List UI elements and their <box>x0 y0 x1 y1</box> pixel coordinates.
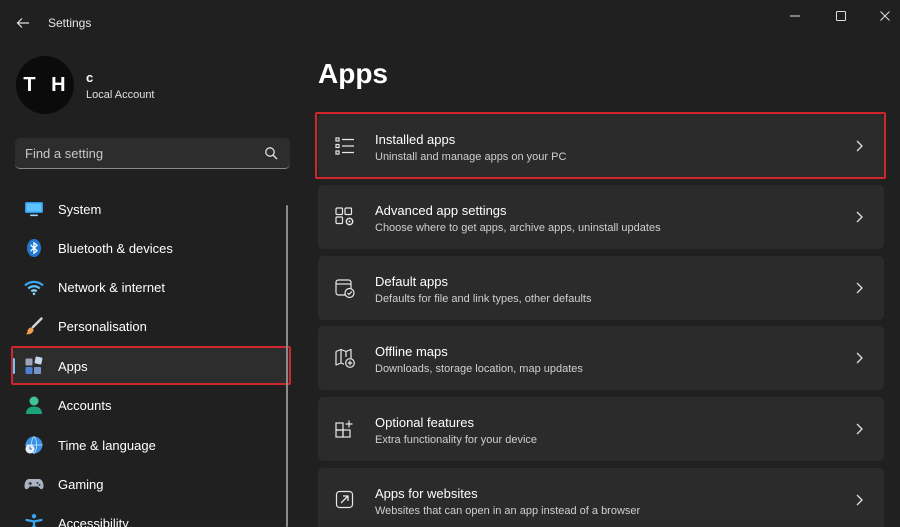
gamepad-icon <box>24 479 44 490</box>
title-bar: Settings <box>0 0 900 46</box>
card-advanced-app-settings[interactable]: Advanced app settings Choose where to ge… <box>318 185 884 249</box>
sidebar-scrollbar[interactable] <box>286 205 288 527</box>
sidebar-item-personalisation[interactable]: Personalisation <box>12 308 290 344</box>
back-arrow-icon <box>16 18 29 28</box>
card-description: Extra functionality for your device <box>375 434 538 446</box>
card-title: Optional features <box>375 415 475 430</box>
sidebar-item-label: System <box>58 202 102 217</box>
optional-features-icon <box>335 420 353 438</box>
card-installed-apps[interactable]: Installed apps Uninstall and manage apps… <box>318 114 884 178</box>
chevron-right-icon <box>856 494 863 506</box>
sidebar-item-accessibility[interactable]: Accessibility <box>12 505 290 527</box>
sidebar-item-gaming[interactable]: Gaming <box>12 466 290 502</box>
list-icon <box>335 137 354 155</box>
account-type: Local Account <box>86 89 155 101</box>
sidebar-item-bluetooth[interactable]: Bluetooth & devices <box>12 230 290 266</box>
maximize-button[interactable] <box>818 2 864 30</box>
chevron-right-icon <box>856 282 863 294</box>
card-description: Websites that can open in an app instead… <box>375 505 641 517</box>
sidebar-item-label: Time & language <box>58 438 156 453</box>
search-icon[interactable] <box>264 146 278 160</box>
sidebar-item-accounts[interactable]: Accounts <box>12 387 290 423</box>
search-box[interactable] <box>15 138 290 169</box>
paintbrush-icon <box>25 317 43 335</box>
accessibility-icon <box>25 514 43 527</box>
sidebar-item-system[interactable]: System <box>12 191 290 227</box>
card-description: Uninstall and manage apps on your PC <box>375 151 567 163</box>
sidebar-item-network[interactable]: Network & internet <box>12 269 290 305</box>
card-description: Downloads, storage location, map updates <box>375 363 583 375</box>
system-icon <box>25 202 43 217</box>
sidebar-item-label: Accounts <box>58 398 112 413</box>
user-name: c <box>86 70 94 85</box>
chevron-right-icon <box>856 140 863 152</box>
close-icon <box>880 11 890 21</box>
open-external-icon <box>335 490 354 509</box>
card-title: Apps for websites <box>375 486 478 501</box>
card-title: Offline maps <box>375 344 448 359</box>
minimize-icon <box>790 15 800 17</box>
card-title: Default apps <box>375 274 448 289</box>
back-button[interactable] <box>8 8 38 38</box>
card-description: Choose where to get apps, archive apps, … <box>375 222 661 234</box>
bluetooth-icon <box>27 239 41 257</box>
wifi-icon <box>24 280 44 296</box>
close-button[interactable] <box>862 2 900 30</box>
sidebar-item-time-language[interactable]: Time & language <box>12 427 290 463</box>
globe-clock-icon <box>25 436 43 454</box>
page-title: Apps <box>318 58 388 89</box>
card-default-apps[interactable]: Default apps Defaults for file and link … <box>318 256 884 320</box>
sidebar-item-label: Network & internet <box>58 280 165 295</box>
map-icon <box>335 348 355 368</box>
accounts-icon <box>26 396 42 414</box>
app-settings-icon <box>335 207 354 226</box>
sidebar-item-label: Personalisation <box>58 319 147 334</box>
window-title: Settings <box>48 16 92 30</box>
chevron-right-icon <box>856 423 863 435</box>
card-title: Advanced app settings <box>375 203 507 218</box>
sidebar-item-apps[interactable]: Apps <box>12 348 290 384</box>
sidebar-item-label: Apps <box>58 359 88 374</box>
search-input[interactable] <box>15 138 255 168</box>
card-offline-maps[interactable]: Offline maps Downloads, storage location… <box>318 326 884 390</box>
sidebar-item-label: Gaming <box>58 477 104 492</box>
chevron-right-icon <box>856 352 863 364</box>
maximize-icon <box>836 11 846 21</box>
card-title: Installed apps <box>375 132 456 147</box>
minimize-button[interactable] <box>772 2 818 30</box>
card-apps-for-websites[interactable]: Apps for websites Websites that can open… <box>318 468 884 527</box>
apps-icon <box>25 356 43 374</box>
card-optional-features[interactable]: Optional features Extra functionality fo… <box>318 397 884 461</box>
avatar[interactable]: T H <box>16 56 74 114</box>
card-description: Defaults for file and link types, other … <box>375 293 592 305</box>
sidebar-item-label: Bluetooth & devices <box>58 241 173 256</box>
default-apps-icon <box>335 279 355 299</box>
sidebar-item-label: Accessibility <box>58 516 129 527</box>
chevron-right-icon <box>856 211 863 223</box>
